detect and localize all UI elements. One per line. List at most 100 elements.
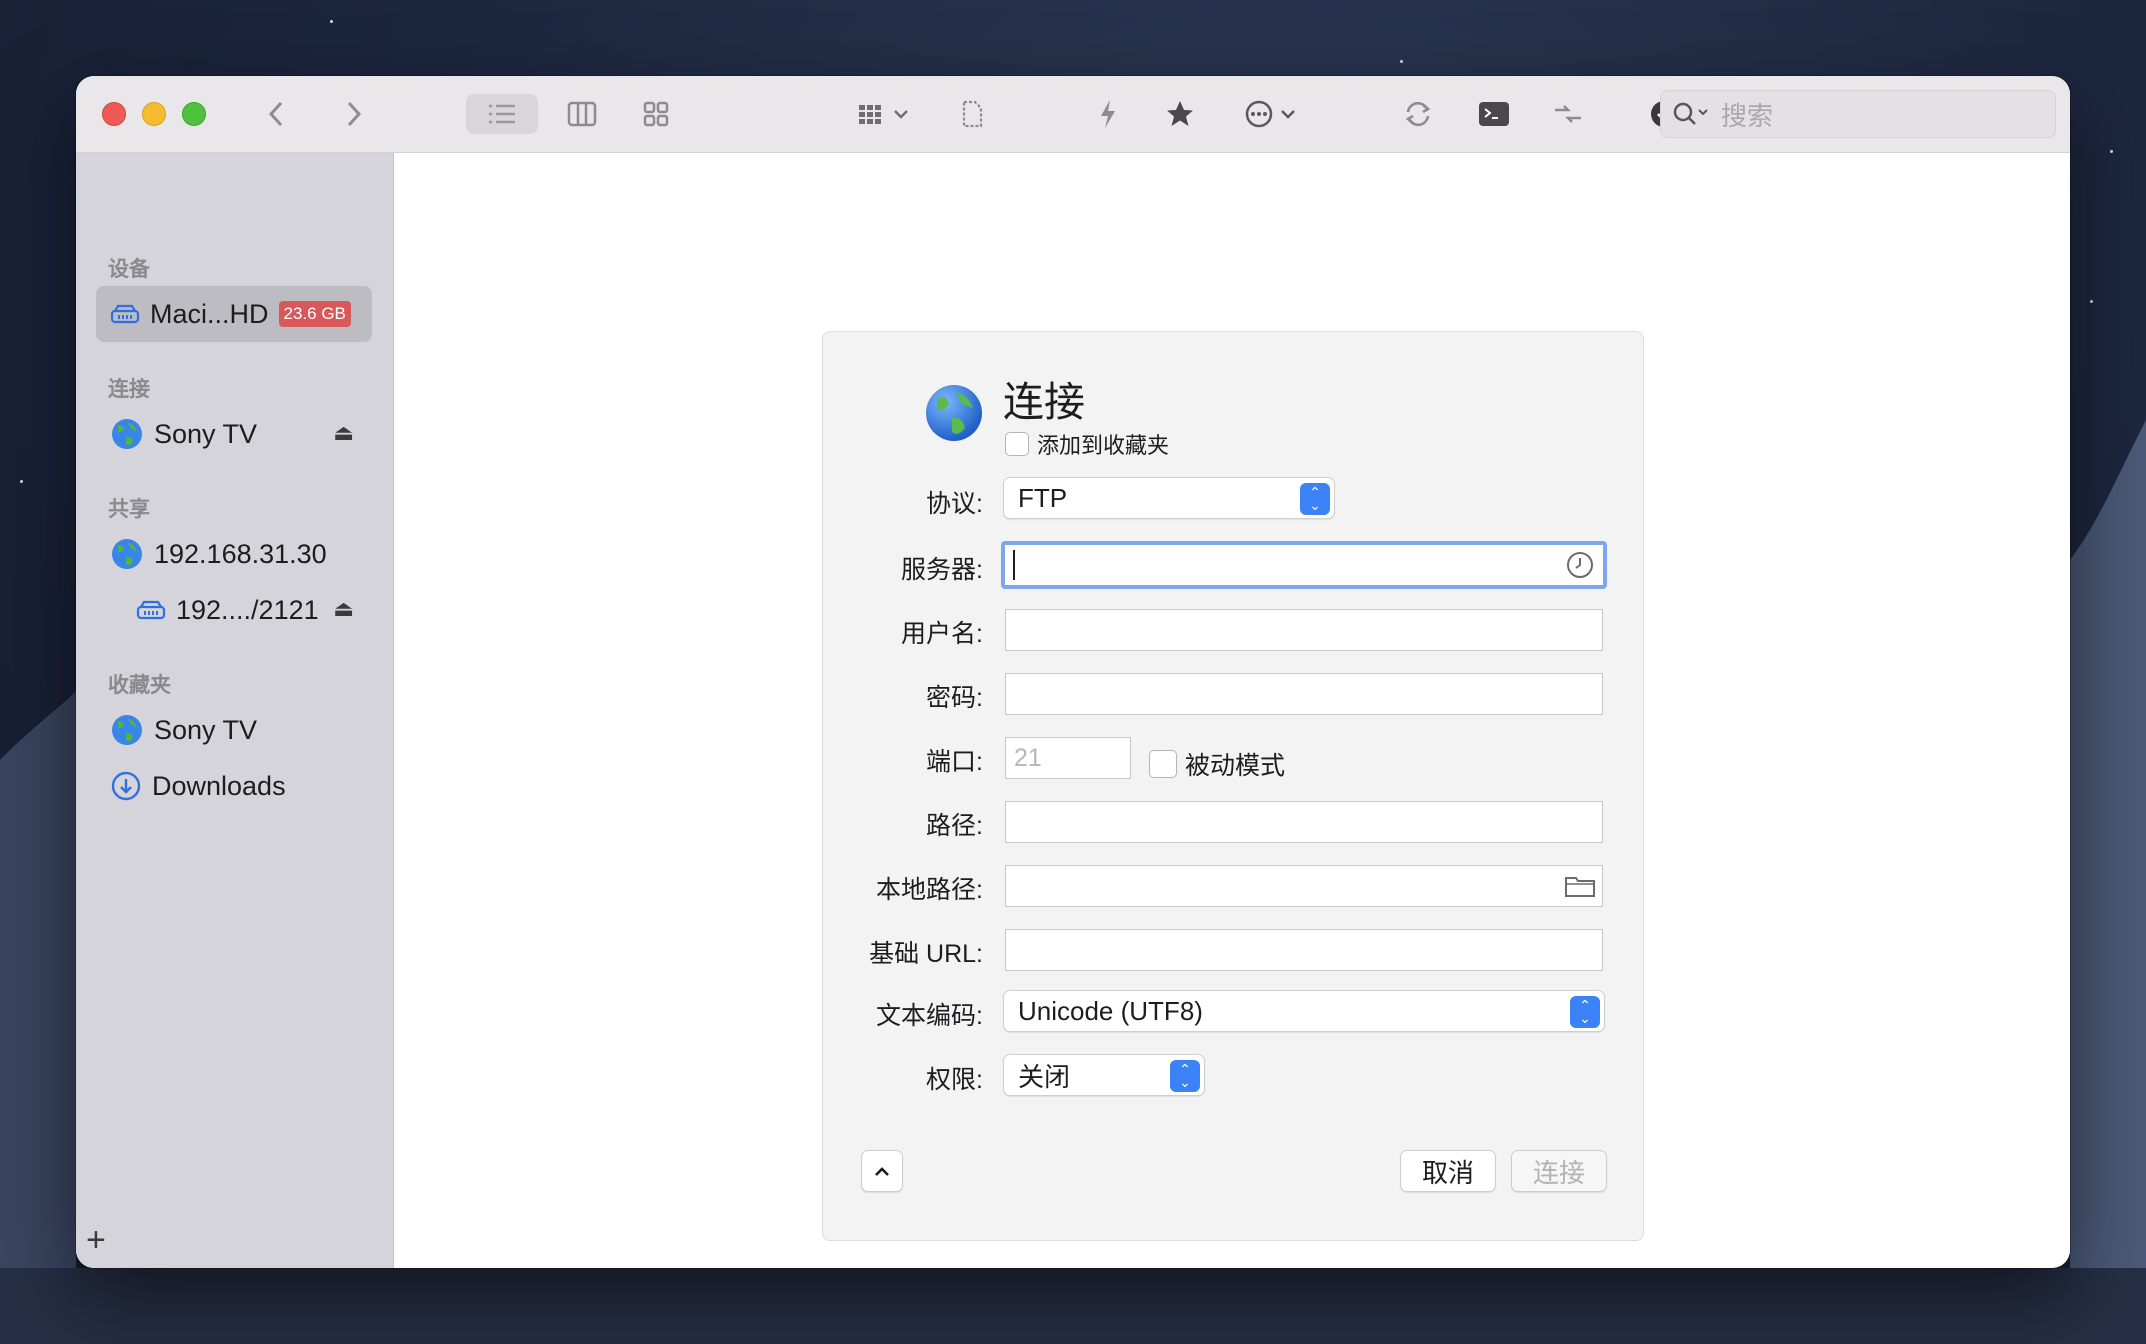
sidebar-item-shared-volume[interactable]: 192..../2121 ⏏	[96, 582, 372, 638]
permissions-select[interactable]: 关闭 ⌃ ⌄	[1003, 1054, 1205, 1096]
star	[2090, 300, 2093, 303]
password-field[interactable]	[1005, 673, 1603, 715]
sidebar-item-label: Maci...HD	[150, 298, 269, 329]
connect-dialog: 连接 添加到收藏夹 协议: FTP ⌃ ⌄ 服务器: 用户名: 密码: 端口: …	[822, 331, 1644, 1241]
add-location-button[interactable]: +	[86, 1221, 106, 1260]
passive-mode-label: 被动模式	[1185, 752, 1286, 780]
dialog-title: 连接	[1003, 379, 1085, 425]
compare-arrows-icon	[1555, 105, 1581, 123]
columns-icon	[567, 101, 597, 127]
search-input[interactable]: 搜索	[1660, 90, 2056, 138]
sidebar-item-macintosh-hd[interactable]: Maci...HD 23.6 GB	[96, 286, 372, 342]
globe-icon	[112, 715, 142, 745]
path-label: 路径:	[926, 812, 983, 840]
section-header-shared: 共享	[108, 498, 150, 521]
globe-icon	[112, 539, 142, 569]
storage-badge: 23.6 GB	[278, 301, 351, 327]
group-by-menu[interactable]	[848, 94, 918, 134]
updown-chevron-icon: ⌃ ⌄	[1570, 996, 1600, 1028]
passive-mode-checkbox[interactable]: 被动模式	[1149, 746, 1285, 782]
folder-icon[interactable]	[1564, 873, 1596, 899]
username-field[interactable]	[1005, 609, 1603, 651]
permissions-value: 关闭	[1018, 1061, 1071, 1092]
sidebar-item-sony-tv-connection[interactable]: Sony TV ⏏	[96, 406, 372, 462]
more-actions-menu[interactable]	[1238, 94, 1302, 134]
text-caret	[1013, 550, 1015, 580]
chevron-up-icon	[875, 1167, 889, 1176]
sidebar-item-label: Downloads	[152, 770, 286, 801]
add-to-favorites-checkbox[interactable]: 添加到收藏夹	[1005, 428, 1169, 460]
add-to-favorites-label: 添加到收藏夹	[1037, 433, 1170, 458]
app-window: 搜索 设备 Maci...HD 23.6 GB 连接 Sony TV ⏏ 共享 …	[76, 76, 2070, 1268]
permissions-label: 权限:	[926, 1066, 983, 1094]
terminal-icon	[1479, 102, 1509, 126]
column-view-button[interactable]	[552, 94, 612, 134]
updown-chevron-icon: ⌃ ⌄	[1300, 483, 1330, 515]
chevron-right-icon	[347, 101, 362, 127]
connect-button[interactable]: 连接	[1511, 1150, 1607, 1192]
back-button[interactable]	[256, 94, 296, 134]
chevron-down-icon	[894, 110, 908, 119]
zoom-window-button[interactable]	[182, 102, 206, 126]
search-icon	[1673, 102, 1708, 125]
forward-button[interactable]	[334, 94, 374, 134]
terminal-button[interactable]	[1474, 94, 1514, 134]
path-field[interactable]	[1005, 801, 1603, 843]
close-window-button[interactable]	[102, 102, 126, 126]
sidebar-item-shared-host[interactable]: 192.168.31.30	[96, 526, 372, 582]
username-label: 用户名:	[901, 620, 983, 648]
port-field[interactable]: 21	[1005, 737, 1131, 779]
sidebar-item-label: 192..../2121	[176, 594, 319, 625]
main-content: 连接 添加到收藏夹 协议: FTP ⌃ ⌄ 服务器: 用户名: 密码: 端口: …	[394, 153, 2070, 1268]
local-path-field[interactable]	[1005, 865, 1603, 907]
star	[330, 20, 333, 23]
quick-action-button[interactable]	[1088, 94, 1128, 134]
minimize-window-button[interactable]	[142, 102, 166, 126]
icon-view-button[interactable]	[626, 94, 686, 134]
chevron-left-icon	[268, 101, 283, 127]
sidebar-item-label: 192.168.31.30	[154, 538, 327, 569]
protocol-select[interactable]: FTP ⌃ ⌄	[1003, 477, 1335, 519]
document-icon	[962, 100, 983, 128]
list-view-button[interactable]	[466, 94, 538, 134]
sync-icon	[1405, 101, 1431, 127]
checkbox-box[interactable]	[1149, 750, 1177, 778]
sidebar-item-downloads[interactable]: Downloads	[96, 758, 372, 814]
sidebar: 设备 Maci...HD 23.6 GB 连接 Sony TV ⏏ 共享 192…	[76, 153, 394, 1268]
cancel-button[interactable]: 取消	[1400, 1150, 1496, 1192]
section-header-connections: 连接	[108, 378, 150, 401]
globe-icon	[112, 419, 142, 449]
eject-icon[interactable]: ⏏	[333, 420, 354, 446]
ellipsis-circle-icon	[1245, 100, 1273, 128]
checkbox-box[interactable]	[1005, 432, 1029, 456]
updown-chevron-icon: ⌃ ⌄	[1170, 1060, 1200, 1092]
compare-button[interactable]	[1548, 94, 1588, 134]
chevron-down-icon	[1281, 110, 1295, 119]
history-clock-icon[interactable]	[1565, 550, 1595, 580]
encoding-value: Unicode (UTF8)	[1018, 995, 1203, 1026]
favorite-button[interactable]	[1160, 94, 1200, 134]
grid-icon	[643, 101, 669, 127]
protocol-value: FTP	[1018, 482, 1068, 513]
star	[20, 480, 23, 483]
server-label: 服务器:	[901, 556, 983, 584]
base-url-label: 基础 URL:	[869, 940, 983, 968]
password-label: 密码:	[926, 684, 983, 712]
collapse-options-button[interactable]	[861, 1150, 903, 1192]
sidebar-item-sony-tv-favorite[interactable]: Sony TV	[96, 702, 372, 758]
list-icon	[489, 104, 515, 124]
server-field[interactable]	[1001, 541, 1607, 589]
eject-icon[interactable]: ⏏	[333, 596, 354, 622]
encoding-select[interactable]: Unicode (UTF8) ⌃ ⌄	[1003, 990, 1605, 1032]
base-url-field[interactable]	[1005, 929, 1603, 971]
new-file-button[interactable]	[952, 94, 992, 134]
section-header-favorites: 收藏夹	[108, 674, 171, 697]
sync-button[interactable]	[1398, 94, 1438, 134]
port-label: 端口:	[926, 748, 983, 776]
local-path-label: 本地路径:	[876, 876, 983, 904]
sidebar-item-label: Sony TV	[154, 714, 258, 745]
search-placeholder: 搜索	[1721, 100, 1774, 131]
star-icon	[1167, 101, 1193, 126]
download-icon	[111, 771, 141, 801]
encoding-label: 文本编码:	[876, 1002, 983, 1030]
